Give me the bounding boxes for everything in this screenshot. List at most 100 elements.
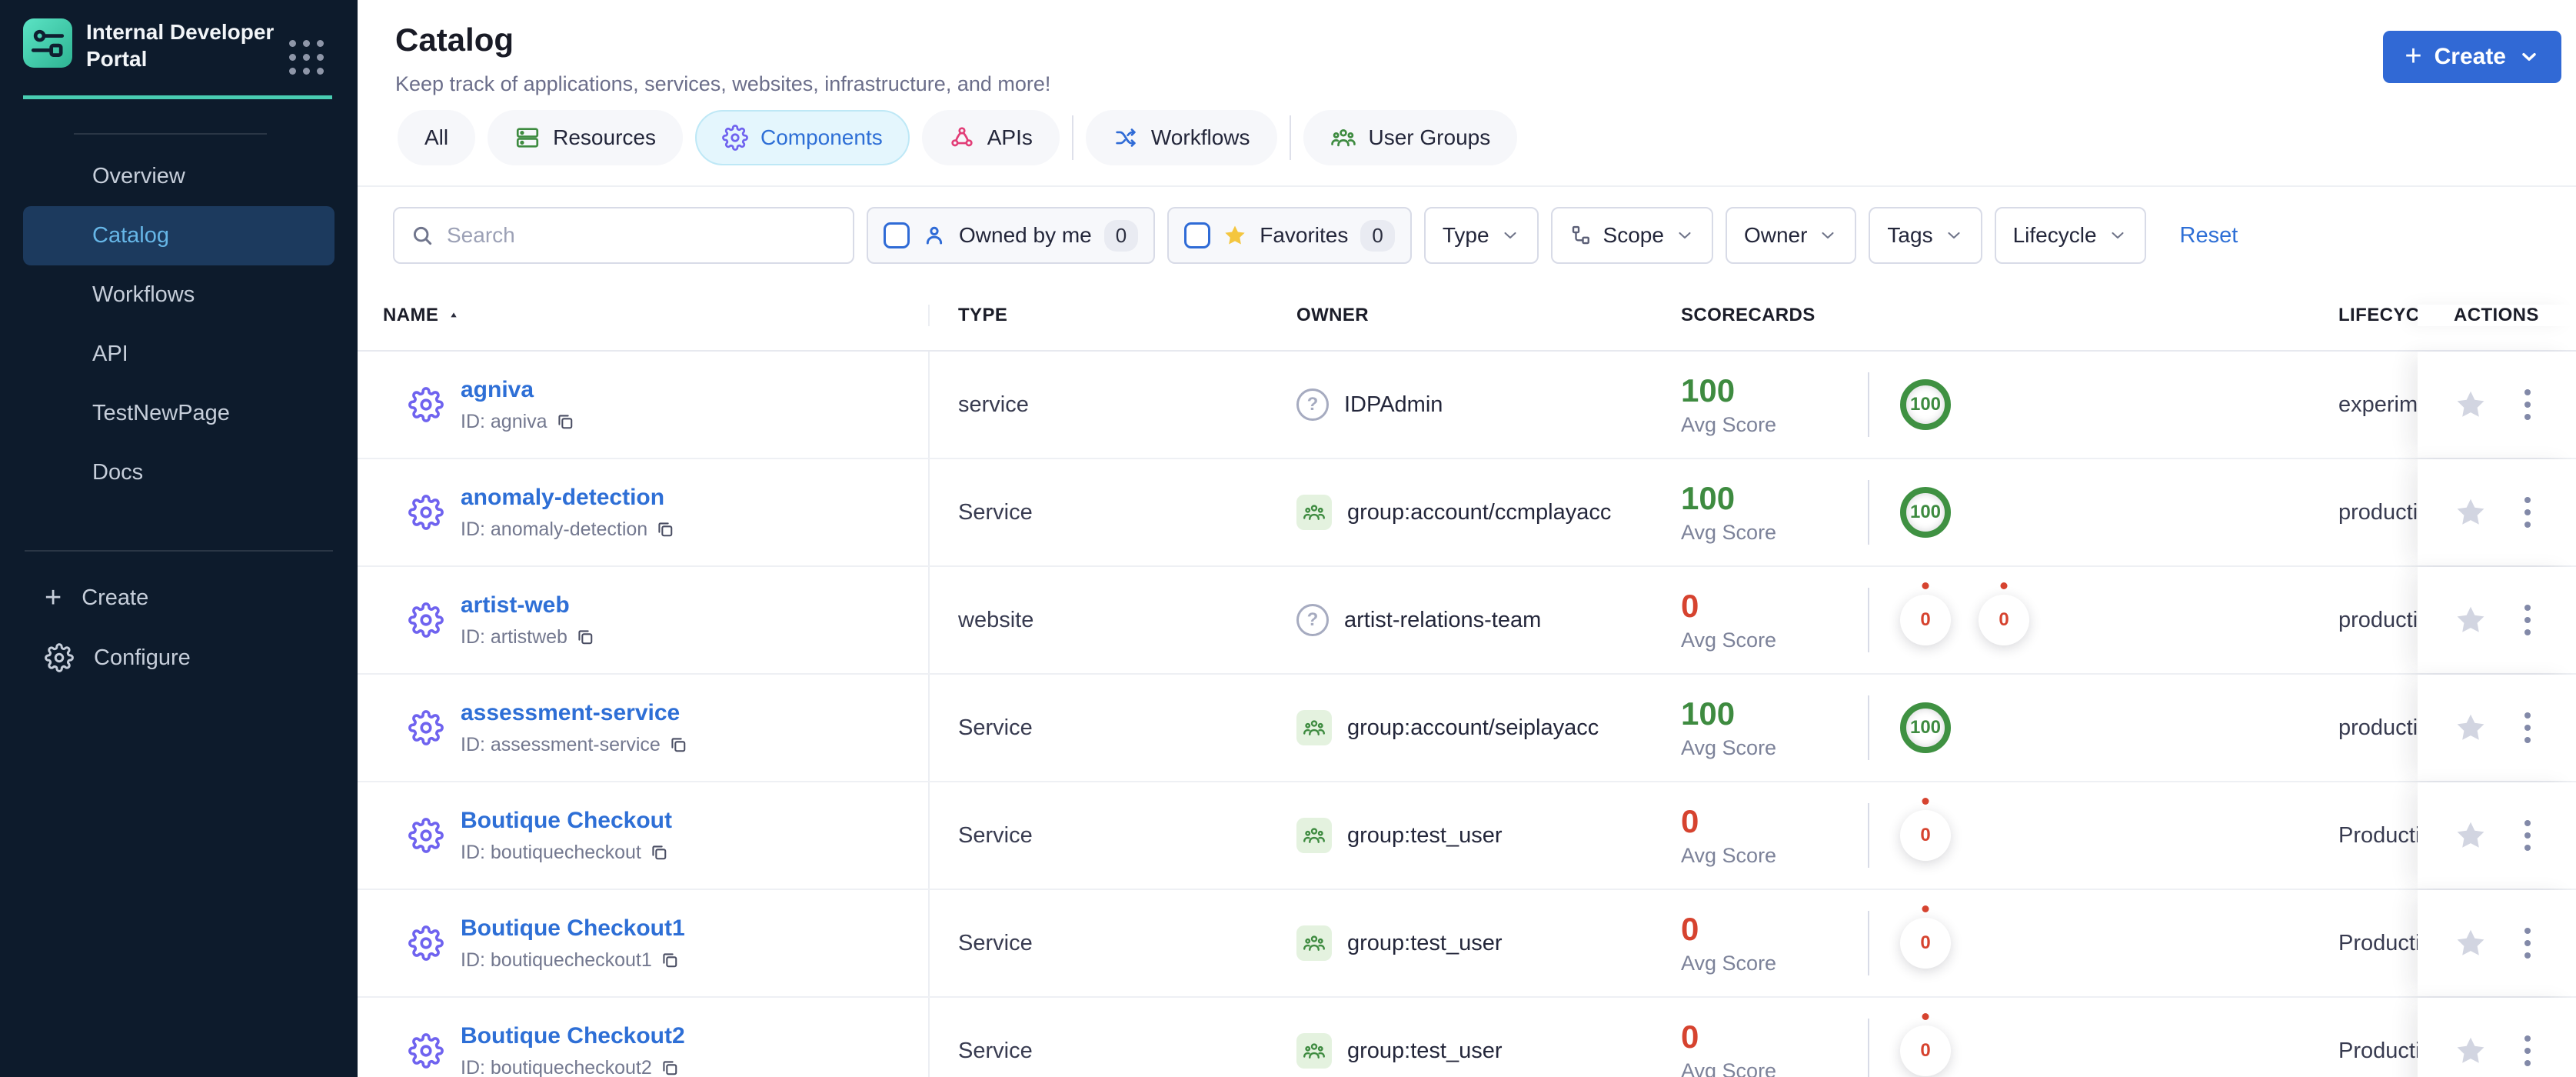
tab-workflows[interactable]: Workflows [1085,110,1277,165]
tab-components[interactable]: Components [694,110,910,165]
table-body: agniva ID: agniva service? IDPAdmin 100 Avg S… [358,352,2576,1077]
scorecard-ring[interactable]: 0 [1900,1025,1951,1076]
component-id: ID: boutiquecheckout1 [461,949,652,971]
apps-grid-icon[interactable] [289,40,324,75]
scorecard-ring[interactable]: 0 [1979,595,2029,645]
component-name-link[interactable]: assessment-service [461,700,680,725]
row-menu-kebab-icon[interactable] [2521,703,2534,752]
component-name-link[interactable]: anomaly-detection [461,485,664,510]
row-menu-kebab-icon[interactable] [2521,1026,2534,1075]
avg-score-label: Avg Score [1681,1059,1777,1077]
dropdown-label: Lifecycle [2012,223,2097,247]
favorites-checkbox[interactable] [1184,222,1211,248]
copy-id-icon[interactable] [660,1058,680,1077]
favorites-filter[interactable]: Favorites 0 [1167,207,1412,264]
copy-id-icon[interactable] [668,735,688,755]
sidebar-item-api[interactable]: API [23,325,334,384]
gear-icon [722,125,748,151]
sidebar-item-overview[interactable]: Overview [23,147,334,206]
create-button[interactable]: + Create [2383,31,2561,83]
filter-label: Favorites [1260,223,1349,247]
ring-score: 0 [1920,609,1931,630]
score-divider [1868,803,1869,868]
scorecard-ring[interactable]: 100 [1900,487,1951,538]
tab-apis[interactable]: APIs [921,110,1060,165]
type-cell: Service [958,1038,1033,1063]
reset-filters-link[interactable]: Reset [2180,223,2238,248]
tab-user-groups[interactable]: User Groups [1303,110,1518,165]
sidebar-item-testnewpage[interactable]: TestNewPage [23,384,334,443]
favorite-star-icon[interactable] [2454,819,2488,852]
row-menu-kebab-icon[interactable] [2521,488,2534,537]
copy-id-icon[interactable] [655,519,675,539]
chevron-down-icon [2522,52,2536,62]
column-label: ACTIONS [2454,305,2539,325]
filter-scope-dropdown[interactable]: Scope [1550,207,1713,264]
api-icon [951,127,973,147]
favorite-star-icon[interactable] [2454,603,2488,637]
scorecard-ring[interactable]: 0 [1900,810,1951,861]
favorite-star-icon[interactable] [2454,926,2488,960]
component-name-link[interactable]: Boutique Checkout2 [461,1023,685,1049]
sidebar-footer: + Create Configure [0,573,358,682]
sidebar-item-workflows[interactable]: Workflows [23,265,334,325]
row-menu-kebab-icon[interactable] [2521,919,2534,968]
copy-id-icon[interactable] [660,950,680,970]
sidebar-nav: Overview Catalog Workflows API TestNewPage Do… [0,135,358,502]
tab-divider [1289,115,1291,160]
favorite-star-icon[interactable] [2454,711,2488,745]
name-cell: agniva ID: agniva [358,352,930,458]
owned-by-me-checkbox[interactable] [884,222,910,248]
sidebar-create-button[interactable]: + Create [0,573,358,622]
filter-lifecycle-dropdown[interactable]: Lifecycle [1994,207,2146,264]
scorecard-ring[interactable]: 100 [1900,379,1951,430]
favorite-star-icon[interactable] [2454,388,2488,422]
copy-id-icon[interactable] [649,842,669,862]
owner-cell: ? IDPAdmin [1262,352,1646,458]
entity-kind-tabs: All Resources Components APIs Workflows User … [358,110,2576,187]
sidebar-item-docs[interactable]: Docs [23,443,334,502]
component-gear-icon [408,710,444,745]
count-badge: 0 [1103,219,1139,252]
search-input[interactable] [447,223,837,248]
scorecard-ring[interactable]: 0 [1900,595,1951,645]
copy-id-icon[interactable] [555,412,575,432]
favorite-star-icon[interactable] [2454,1034,2488,1068]
component-id: ID: boutiquecheckout [461,841,641,863]
sidebar-configure-button[interactable]: Configure [0,633,358,682]
row-menu-kebab-icon[interactable] [2521,595,2534,645]
component-name-link[interactable]: artist-web [461,592,570,618]
copy-id-icon[interactable] [575,627,595,647]
scorecard-ring[interactable]: 0 [1900,918,1951,969]
filter-tags-dropdown[interactable]: Tags [1869,207,1982,264]
tab-all[interactable]: All [398,110,476,165]
filter-owner-dropdown[interactable]: Owner [1725,207,1857,264]
scorecards-cell: 100 Avg Score 100 [1646,352,2311,458]
name-cell: Boutique Checkout1 ID: boutiquecheckout1 [358,890,930,996]
group-owner-icon [1296,495,1332,530]
users-icon [1303,720,1325,735]
favorite-star-icon[interactable] [2454,495,2488,529]
component-name-link[interactable]: agniva [461,377,534,402]
component-name-link[interactable]: Boutique Checkout1 [461,915,685,941]
owned-by-me-filter[interactable]: Owned by me 0 [867,207,1156,264]
scorecard-ring[interactable]: 100 [1900,702,1951,753]
component-name-link[interactable]: Boutique Checkout [461,808,672,833]
column-header-name[interactable]: NAME [358,305,930,326]
component-id: ID: boutiquecheckout2 [461,1056,652,1077]
filter-type-dropdown[interactable]: Type [1423,207,1539,264]
avg-score-value: 100 [1681,480,1736,516]
tab-resources[interactable]: Resources [488,110,683,165]
column-label: TYPE [958,305,1008,325]
workflow-icon [1116,128,1136,147]
name-cell: artist-web ID: artistweb [358,567,930,673]
page-header: Catalog Keep track of applications, serv… [358,0,2576,96]
users-icon [1303,1043,1325,1059]
favorite-star-icon [1225,225,1245,245]
row-menu-kebab-icon[interactable] [2521,811,2534,860]
component-id: ID: anomaly-detection [461,518,648,540]
column-header-scorecards: SCORECARDS [1646,305,2311,326]
row-menu-kebab-icon[interactable] [2521,380,2534,429]
search-box [393,207,854,264]
sidebar-item-catalog[interactable]: Catalog [23,206,334,265]
